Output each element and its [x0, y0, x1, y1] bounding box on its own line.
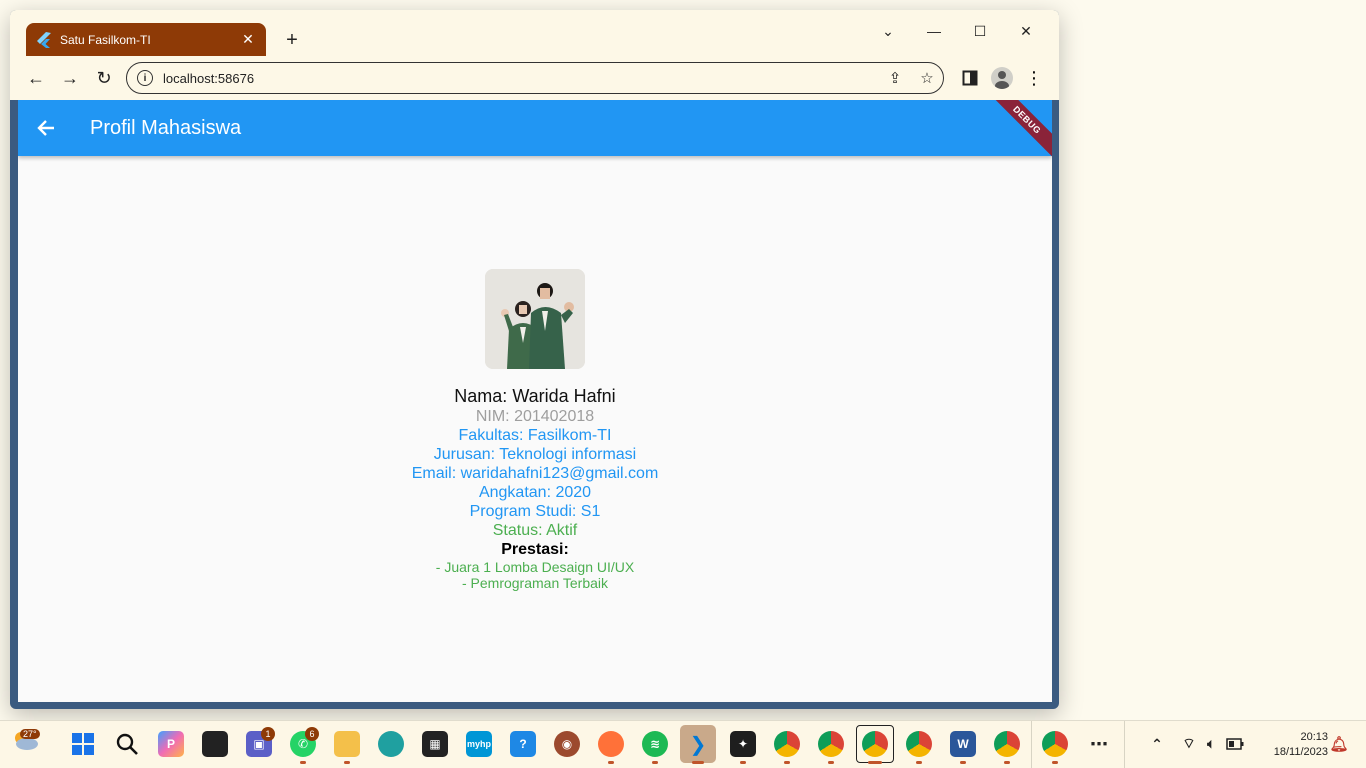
reload-icon[interactable]: ↻	[88, 62, 120, 94]
running-indicator	[960, 761, 966, 764]
chrome-icon[interactable]	[906, 731, 932, 757]
notification-bell-icon[interactable]: 🔔︎	[1326, 731, 1352, 757]
firefox-icon[interactable]	[598, 731, 624, 757]
chrome-profile-icon[interactable]	[818, 731, 844, 757]
taskbar-separator	[1124, 721, 1125, 768]
site-info-icon[interactable]: i	[137, 70, 153, 86]
profile-photo	[485, 269, 585, 369]
running-indicator	[608, 761, 614, 764]
browser-toolbar: ← → ↻ i localhost:58676 ⇪ ☆ ⋮	[18, 60, 1051, 96]
debug-banner: DEBUG	[982, 100, 1052, 165]
copilot-icon[interactable]: P	[158, 731, 184, 757]
bookmark-star-icon[interactable]: ☆	[911, 69, 943, 87]
browser-tab[interactable]: Satu Fasilkom-TI ✕	[26, 23, 266, 56]
figma-icon[interactable]: ✦	[730, 731, 756, 757]
running-indicator	[868, 761, 882, 764]
flutter-icon	[36, 31, 52, 48]
student-status: Status: Aktif	[492, 522, 578, 539]
student-jurusan: Jurusan: Teknologi informasi	[433, 446, 637, 463]
student-nim: NIM: 201402018	[475, 408, 595, 425]
app-viewport: Profil Mahasiswa DEBUG Nama: Warida Hafn…	[18, 100, 1052, 702]
tab-close-icon[interactable]: ✕	[240, 31, 256, 48]
student-fakultas: Fakultas: Fasilkom-TI	[458, 427, 612, 444]
start-windows-icon[interactable]	[70, 731, 96, 757]
battery-icon[interactable]	[1222, 731, 1248, 757]
profile-avatar-icon[interactable]	[986, 62, 1018, 94]
student-program-studi: Program Studi: S1	[469, 503, 601, 520]
file-explorer-icon[interactable]	[334, 731, 360, 757]
taskbar-separator	[1031, 721, 1032, 768]
running-indicator	[828, 761, 834, 764]
owl-app-icon[interactable]: ◉	[554, 731, 580, 757]
maximize-icon[interactable]: ☐	[957, 16, 1003, 46]
help-icon[interactable]: ?	[510, 731, 536, 757]
browser-window: Satu Fasilkom-TI ✕ + ⌄ — ☐ ✕ ← → ↻ i loc…	[10, 10, 1059, 709]
tray-chevron-icon[interactable]: ⌃	[1144, 731, 1170, 757]
browser-chrome: Satu Fasilkom-TI ✕ + ⌄ — ☐ ✕ ← → ↻ i loc…	[10, 10, 1059, 100]
search-icon[interactable]	[114, 731, 140, 757]
word-icon[interactable]: W	[950, 731, 976, 757]
edge-icon[interactable]	[378, 731, 404, 757]
menu-kebab-icon[interactable]: ⋮	[1018, 62, 1050, 94]
prestasi-item: - Juara 1 Lomba Desaign UI/UX	[435, 559, 635, 575]
chrome-icon[interactable]	[774, 731, 800, 757]
tab-title: Satu Fasilkom-TI	[60, 32, 151, 47]
student-name: Nama: Warida Hafni	[454, 386, 616, 406]
running-indicator	[344, 761, 350, 764]
share-icon[interactable]: ⇪	[879, 69, 911, 87]
weather-temp: 27°	[20, 729, 40, 739]
volume-icon[interactable]: 🔈︎	[1198, 731, 1224, 757]
spotify-icon[interactable]: ≋	[642, 731, 668, 757]
more-overflow-icon[interactable]: ⋯	[1086, 731, 1112, 757]
running-indicator	[692, 761, 704, 764]
chrome-icon[interactable]	[994, 731, 1020, 757]
student-angkatan: Angkatan: 2020	[478, 484, 592, 501]
profile-card: Nama: Warida Hafni NIM: 201402018 Fakult…	[18, 269, 1052, 591]
system-clock[interactable]: 20:13 18/11/2023	[1258, 730, 1328, 760]
back-arrow-icon[interactable]: ←	[20, 62, 52, 94]
task-view-icon[interactable]	[202, 731, 228, 757]
chrome-icon[interactable]	[1042, 731, 1068, 757]
minimize-icon[interactable]: —	[911, 16, 957, 46]
window-controls: ⌄ — ☐ ✕	[865, 16, 1049, 46]
url-text[interactable]: localhost:58676	[163, 71, 879, 86]
running-indicator	[652, 761, 658, 764]
clock-date: 18/11/2023	[1273, 746, 1328, 758]
vscode-icon[interactable]: ❯	[680, 725, 716, 763]
new-tab-icon[interactable]: +	[280, 28, 304, 52]
app-bar: Profil Mahasiswa DEBUG	[18, 100, 1052, 165]
page-title: Profil Mahasiswa	[90, 116, 242, 139]
appbar-back-icon[interactable]	[18, 100, 74, 156]
chrome-active-icon[interactable]	[856, 725, 894, 763]
weather-widget[interactable]: 27°	[12, 729, 40, 754]
teams-badge: 1	[261, 727, 275, 741]
store-icon[interactable]: ▦	[422, 731, 448, 757]
toolbar-right: ⋮	[954, 62, 1050, 94]
running-indicator	[916, 761, 922, 764]
prestasi-heading: Prestasi:	[501, 541, 569, 558]
student-email: Email: waridahafni123@gmail.com	[411, 465, 659, 482]
running-indicator	[1052, 761, 1058, 764]
clock-time: 20:13	[1300, 731, 1328, 743]
running-indicator	[784, 761, 790, 764]
myhp-icon[interactable]: myhp	[466, 731, 492, 757]
running-indicator	[740, 761, 746, 764]
taskbar: 27° P ▣ 1 ✆ 6 ▦ myhp ? ◉ ≋ ❯ ✦ W ⋯ ⌃ ⌔ 🔈…	[0, 720, 1366, 768]
running-indicator	[1004, 761, 1010, 764]
close-window-icon[interactable]: ✕	[1003, 16, 1049, 46]
tab-search-icon[interactable]: ⌄	[865, 16, 911, 46]
whatsapp-badge: 6	[305, 727, 319, 741]
prestasi-item: - Pemrograman Terbaik	[461, 575, 609, 591]
address-bar[interactable]: i localhost:58676 ⇪ ☆	[126, 62, 944, 94]
running-indicator	[300, 761, 306, 764]
forward-arrow-icon[interactable]: →	[54, 62, 86, 94]
side-panel-icon[interactable]	[954, 62, 986, 94]
